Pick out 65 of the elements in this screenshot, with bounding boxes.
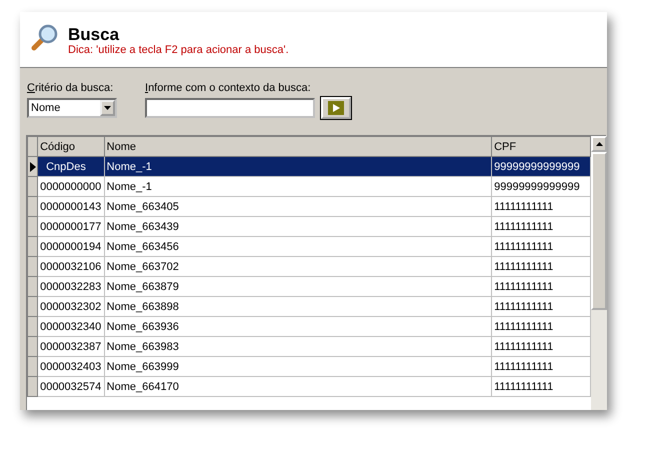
table-cell: 0000032283 (38, 276, 104, 296)
table-row[interactable]: 0000000000 Nome_-1 99999999999999 (28, 176, 590, 196)
table-cell: Nome_663898 (104, 296, 492, 316)
table-row[interactable]: 0000000143 Nome_663405 11111111111 (28, 196, 590, 216)
column-header[interactable]: Código (38, 136, 104, 156)
table-cell: 0000032302 (38, 296, 104, 316)
table-cell: 11111111111 (492, 236, 590, 256)
criteria-dropdown[interactable]: Nome (27, 98, 117, 118)
table-cell: 11111111111 (492, 376, 590, 396)
field-label: Informe com o contexto da busca: (145, 82, 312, 94)
table-row[interactable]: 0000032387 Nome_663983 11111111111 (28, 336, 590, 356)
table-cell: Nome_663456 (104, 236, 492, 256)
table-row[interactable]: 0000000194 Nome_663456 11111111111 (28, 236, 590, 256)
table-cell: 0000000143 (38, 196, 104, 216)
table-cell: 0000032106 (38, 256, 104, 276)
table-row[interactable]: 0000032302 Nome_663898 11111111111 (28, 296, 590, 316)
table-row[interactable]: 0000032106 Nome_663702 11111111111 (28, 256, 590, 276)
table-cell: 0000000194 (38, 236, 104, 256)
table-row[interactable]: 0000032403 Nome_663999 11111111111 (28, 356, 590, 376)
table-cell: 11111111111 (492, 216, 590, 236)
table-row[interactable]: CnpDes Nome_-1 99999999999999 (28, 156, 590, 176)
field-label: Critério da busca: (27, 82, 114, 94)
table-cell: Nome_663879 (104, 276, 492, 296)
table-cell: 0000032340 (38, 316, 104, 336)
search-field[interactable] (145, 98, 315, 118)
column-header[interactable]: CPF (492, 136, 590, 156)
table-cell: Nome_663439 (104, 216, 492, 236)
hint-text: Dica: 'utilize a tecla F2 para acionar a busca'. (68, 44, 289, 56)
table-cell: 0000000000 (38, 176, 104, 196)
table-cell: 11111111111 (492, 196, 590, 216)
table-cell: 0000000177 (38, 216, 104, 236)
scroll-up-button[interactable] (591, 136, 607, 152)
window-title: Busca (68, 26, 120, 44)
caret-icon (104, 106, 111, 110)
table-cell: 11111111111 (492, 296, 590, 316)
table-cell: 99999999999999 (492, 156, 590, 176)
table-cell: 11111111111 (492, 336, 590, 356)
table-cell: 0000032403 (38, 356, 104, 376)
table-cell: Nome_663702 (104, 256, 492, 276)
table-cell: 11111111111 (492, 276, 590, 296)
table-cell: 11111111111 (492, 356, 590, 376)
column-header[interactable]: Nome (104, 136, 492, 156)
table-cell: Nome_663999 (104, 356, 492, 376)
table-cell: Nome_664170 (104, 376, 492, 396)
table-row[interactable]: 0000032340 Nome_663936 11111111111 (28, 316, 590, 336)
table-cell: Nome_663936 (104, 316, 492, 336)
table-cell: 11111111111 (492, 316, 590, 336)
search-button[interactable] (321, 97, 351, 119)
table-row[interactable]: 0000032574 Nome_664170 11111111111 (28, 376, 590, 396)
table-cell: Nome_-1 (104, 156, 492, 176)
scroll-thumb[interactable] (591, 152, 607, 310)
magnifier-icon (30, 22, 60, 52)
table-cell: 99999999999999 (492, 176, 590, 196)
table-cell: Nome_-1 (104, 176, 492, 196)
table-row[interactable]: 0000000177 Nome_663439 11111111111 (28, 216, 590, 236)
scrollbar[interactable] (591, 136, 607, 410)
table-cell: Nome_663405 (104, 196, 492, 216)
table-row[interactable]: 0000032283 Nome_663879 11111111111 (28, 276, 590, 296)
caret-icon (596, 142, 602, 146)
table-cell: 0000032387 (38, 336, 104, 356)
table-cell: 11111111111 (492, 256, 590, 276)
table-cell: Nome_663983 (104, 336, 492, 356)
table-cell: 0000032574 (38, 376, 104, 396)
play-icon (328, 101, 344, 115)
table-cell: CnpDes (38, 156, 104, 176)
